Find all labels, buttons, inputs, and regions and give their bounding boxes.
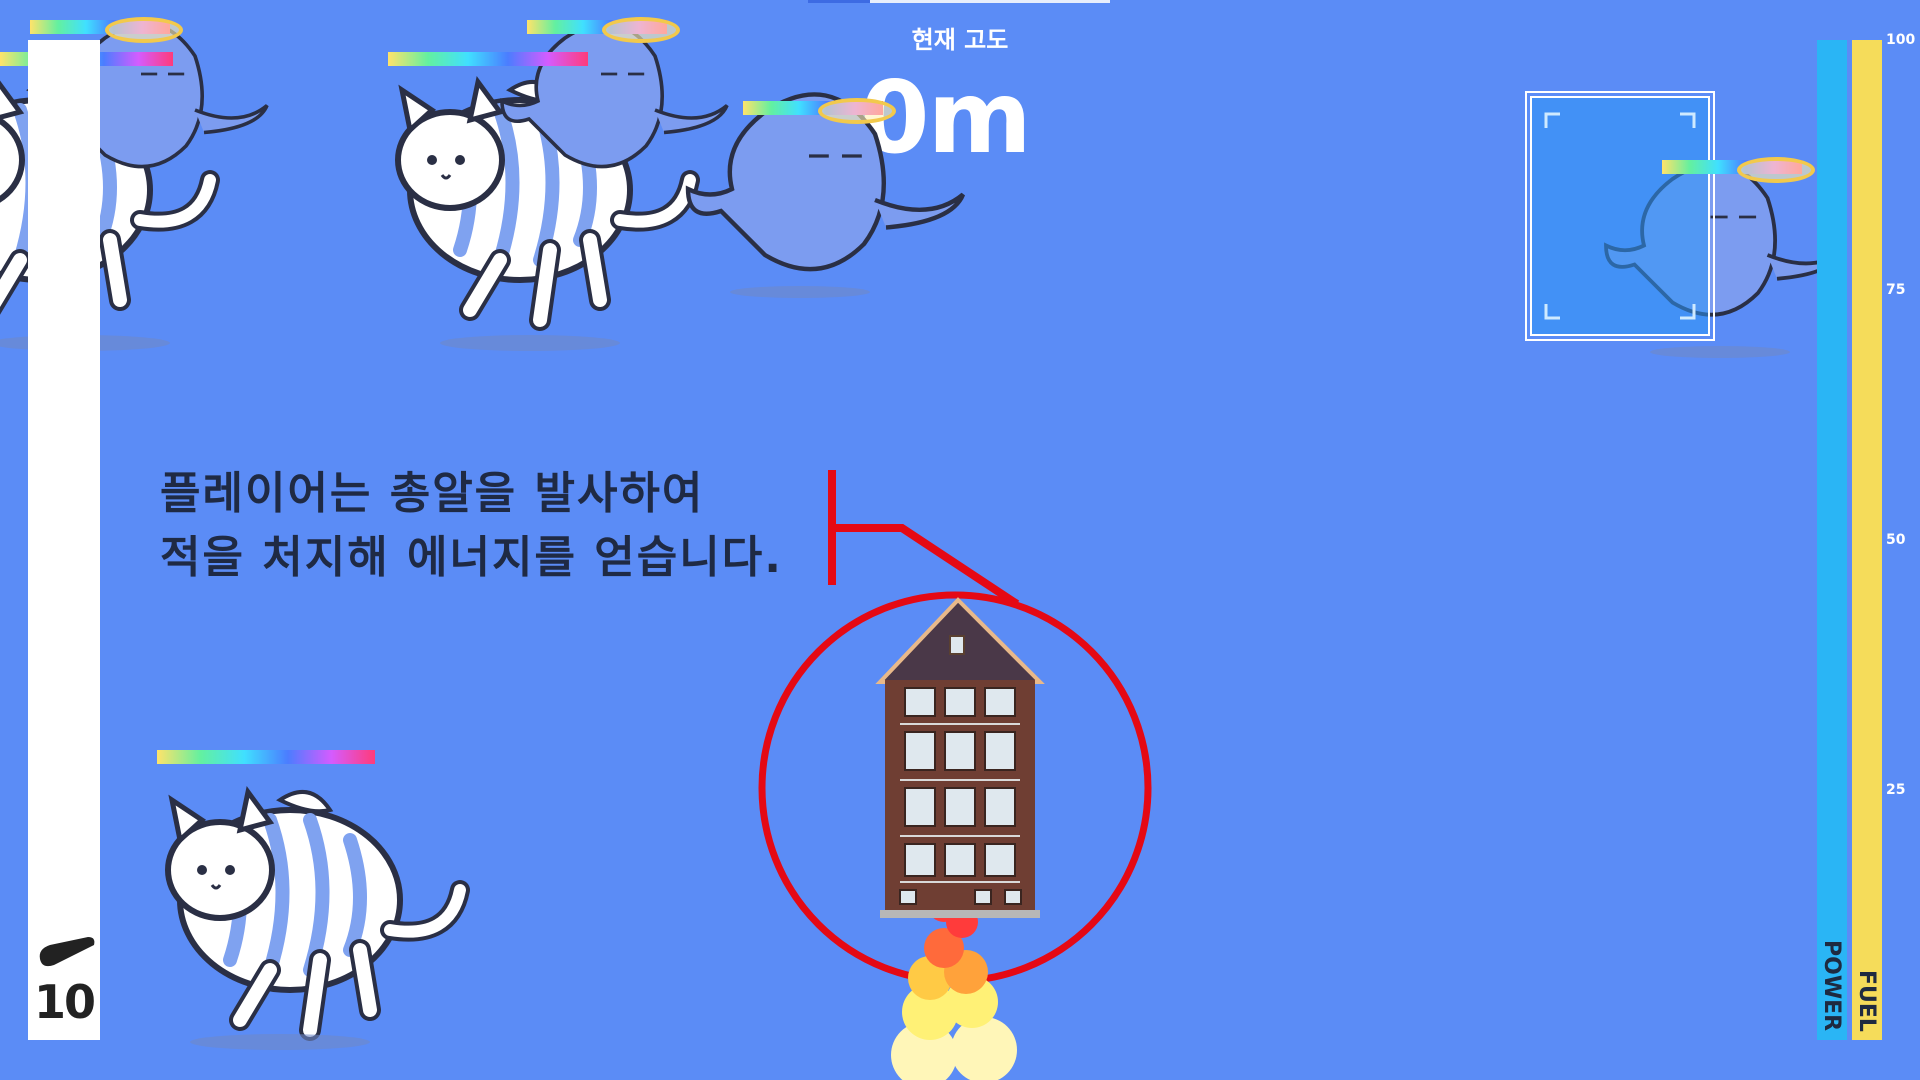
fuel-gauge [1852, 40, 1882, 1040]
player-building [875, 597, 1045, 918]
gauge-tick-50: 50 [1886, 532, 1906, 548]
fuel-label: FUEL [1854, 970, 1879, 1032]
power-label: POWER [1819, 940, 1844, 1032]
gauge-tick-100: 100 [1886, 32, 1916, 48]
callout-pointer [828, 470, 1020, 608]
gauge-tick-75: 75 [1886, 282, 1906, 298]
power-gauge [1817, 40, 1847, 1040]
player-layer [758, 470, 1152, 1080]
game-stage[interactable]: 현재 고도 0m 10 플레이어는 총알을 발사하여 적을 처지해 에너지를 얻… [0, 0, 1920, 1080]
rocket-flame [891, 890, 1017, 1080]
gauge-tick-25: 25 [1886, 782, 1906, 798]
